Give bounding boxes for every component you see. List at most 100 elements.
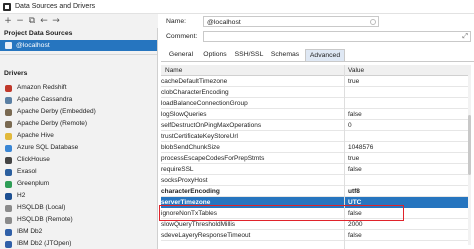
table-row[interactable]: socksProxyHost <box>161 175 471 186</box>
property-value[interactable]: false <box>348 166 362 173</box>
column-divider <box>344 65 345 249</box>
tab-advanced[interactable]: Advanced <box>305 49 345 61</box>
driver-icon <box>5 192 12 200</box>
property-value[interactable]: utf8 <box>348 188 360 195</box>
driver-label: Azure SQL Database <box>17 144 79 151</box>
driver-icon <box>5 240 12 248</box>
column-header-value[interactable]: Value <box>348 67 364 74</box>
property-name: socksProxyHost <box>161 176 208 184</box>
driver-icon <box>5 180 12 188</box>
driver-label: H2 <box>17 192 26 199</box>
driver-label: Apache Cassandra <box>17 96 73 103</box>
property-name: clobCharacterEncoding <box>161 88 229 96</box>
property-name: sdeveLayeryResponseTimeout <box>161 231 251 239</box>
driver-icon <box>5 96 12 104</box>
table-row[interactable]: loadBalanceConnectionGroup <box>161 98 471 109</box>
driver-icon <box>5 144 12 152</box>
property-name: trustCertificateKeyStoreUrl <box>161 132 238 140</box>
add-icon[interactable]: + <box>3 16 13 26</box>
driver-item[interactable]: Apache Cassandra <box>0 95 157 105</box>
property-name: blobSendChunkSize <box>161 143 220 151</box>
driver-icon <box>5 216 12 224</box>
driver-item[interactable]: IBM Db2 <box>0 227 157 237</box>
property-name: processEscapeCodesForPrepStmts <box>161 154 265 162</box>
tab-general[interactable]: General <box>165 49 197 61</box>
driver-label: HSQLDB (Remote) <box>17 216 73 223</box>
table-row[interactable]: sdeveLayeryResponseTimeout false <box>161 230 471 241</box>
comment-label: Comment: <box>166 33 198 40</box>
property-value[interactable]: 0 <box>348 122 352 129</box>
back-icon[interactable]: ← <box>39 16 49 26</box>
table-row[interactable]: requireSSL false <box>161 164 471 175</box>
driver-label: Exasol <box>17 168 37 175</box>
property-name: loadBalanceConnectionGroup <box>161 99 248 107</box>
window-title: Data Sources and Drivers <box>15 3 96 10</box>
property-value[interactable]: 2000 <box>348 221 362 228</box>
property-value[interactable]: true <box>348 155 359 162</box>
driver-icon <box>5 168 12 176</box>
name-label: Name: <box>166 18 187 25</box>
tab-ssh-ssl[interactable]: SSH/SSL <box>233 49 265 61</box>
driver-label: Amazon Redshift <box>17 84 67 91</box>
data-source-item-localhost[interactable]: @localhost <box>0 40 157 51</box>
property-value[interactable]: false <box>348 111 362 118</box>
table-row[interactable]: processEscapeCodesForPrepStmts true <box>161 153 471 164</box>
driver-item[interactable]: HSQLDB (Remote) <box>0 215 157 225</box>
scrollbar-thumb[interactable] <box>468 115 471 175</box>
driver-item[interactable]: Apache Derby (Remote) <box>0 119 157 129</box>
driver-label: ClickHouse <box>17 156 50 163</box>
property-name: requireSSL <box>161 165 194 173</box>
driver-item[interactable]: Exasol <box>0 167 157 177</box>
driver-item[interactable]: Azure SQL Database <box>0 143 157 153</box>
driver-item[interactable]: Apache Hive <box>0 131 157 141</box>
driver-item[interactable]: ClickHouse <box>0 155 157 165</box>
table-row[interactable]: logSlowQueries false <box>161 109 471 120</box>
name-field[interactable]: @localhost <box>203 16 379 27</box>
remove-icon[interactable]: − <box>15 16 25 26</box>
driver-icon <box>5 204 12 212</box>
sidebar-divider <box>0 54 157 55</box>
annotation-highlight-box <box>159 205 404 221</box>
driver-icon <box>5 132 12 140</box>
tab-bar: General Options SSH/SSL Schemas Advanced <box>161 49 474 62</box>
table-scrollbar[interactable] <box>468 75 471 245</box>
expand-icon[interactable]: ⤢ <box>462 32 468 41</box>
driver-item[interactable]: Amazon Redshift <box>0 83 157 93</box>
driver-item[interactable]: Greenplum <box>0 179 157 189</box>
forward-icon[interactable]: → <box>51 16 61 26</box>
copy-icon[interactable]: ⧉ <box>27 16 37 26</box>
driver-item[interactable]: HSQLDB (Local) <box>0 203 157 213</box>
table-header: Name Value <box>161 65 471 76</box>
driver-icon <box>5 120 12 128</box>
driver-label: IBM Db2 (JTOpen) <box>17 240 72 247</box>
comment-field[interactable]: ⤢ <box>203 31 471 42</box>
sidebar-toolbar: + − ⧉ ← → <box>0 14 158 28</box>
property-value[interactable]: 1048576 <box>348 144 373 151</box>
driver-item[interactable]: H2 <box>0 191 157 201</box>
table-row[interactable]: clobCharacterEncoding <box>161 87 471 98</box>
table-row[interactable]: trustCertificateKeyStoreUrl <box>161 131 471 142</box>
driver-icon <box>5 84 12 92</box>
driver-label: Apache Hive <box>17 132 54 139</box>
name-value: @localhost <box>207 18 241 26</box>
driver-item[interactable]: IBM Db2 (JTOpen) <box>0 239 157 249</box>
table-row[interactable]: cacheDefaultTimezone true <box>161 76 471 87</box>
property-name: selfDestructOnPingMaxOperations <box>161 121 262 129</box>
driver-item[interactable]: Apache Derby (Embedded) <box>0 107 157 117</box>
column-header-name[interactable]: Name <box>165 67 182 74</box>
color-picker-icon[interactable] <box>370 18 376 25</box>
table-row[interactable]: selfDestructOnPingMaxOperations 0 <box>161 120 471 131</box>
tab-schemas[interactable]: Schemas <box>267 49 303 61</box>
title-bar: Data Sources and Drivers <box>0 0 474 14</box>
driver-label: HSQLDB (Local) <box>17 204 66 211</box>
property-name: characterEncoding <box>161 187 220 195</box>
property-name: logSlowQueries <box>161 110 207 118</box>
driver-label: Greenplum <box>17 180 50 187</box>
property-value[interactable]: true <box>348 78 359 85</box>
property-value[interactable]: false <box>348 232 362 239</box>
tab-options[interactable]: Options <box>199 49 231 61</box>
advanced-properties-table: Name Value cacheDefaultTimezone true clobC… <box>161 65 471 249</box>
table-row[interactable]: blobSendChunkSize 1048576 <box>161 142 471 153</box>
data-source-icon <box>5 42 12 49</box>
table-row[interactable]: characterEncoding utf8 <box>161 186 471 197</box>
